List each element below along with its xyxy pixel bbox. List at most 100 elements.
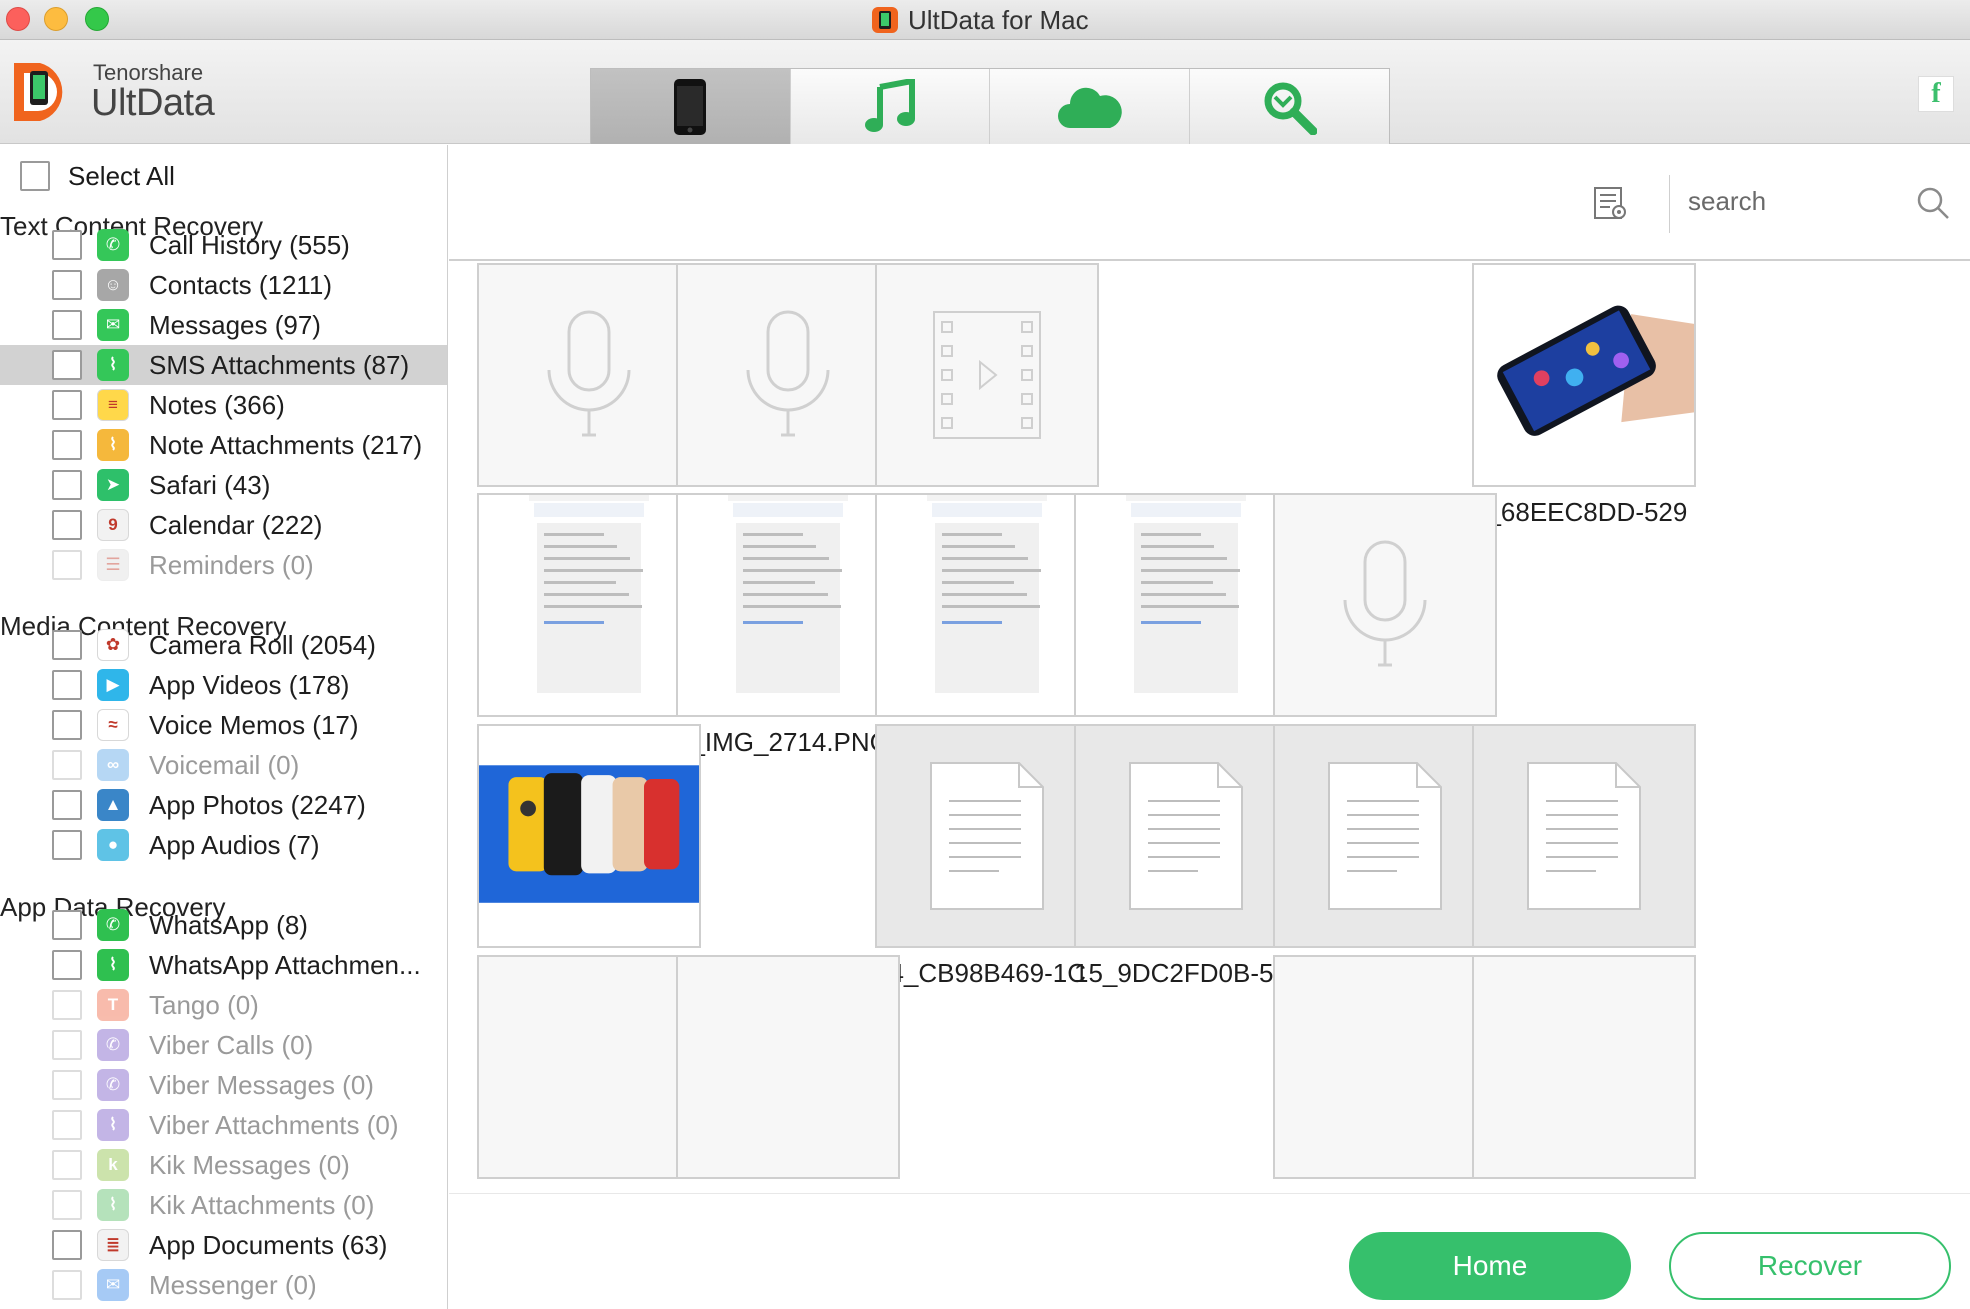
sidebar-item-checkbox[interactable] bbox=[52, 670, 82, 700]
sidebar-item[interactable]: ▲ App Photos (2247) bbox=[0, 785, 447, 825]
file-tile[interactable]: 6_IMG_1027.PNG bbox=[477, 493, 701, 758]
file-thumbnail[interactable] bbox=[1273, 493, 1497, 717]
select-all-row[interactable]: Select All bbox=[20, 160, 175, 192]
sidebar-item[interactable]: ⌇ Kik Attachments (0) bbox=[0, 1185, 447, 1225]
home-button[interactable]: Home bbox=[1349, 1232, 1631, 1300]
facebook-button[interactable]: f bbox=[1918, 76, 1954, 112]
sidebar-item[interactable]: ✆ Viber Calls (0) bbox=[0, 1025, 447, 1065]
file-thumbnail[interactable] bbox=[875, 724, 1099, 948]
search-icon[interactable] bbox=[1915, 185, 1951, 221]
sidebar-item[interactable]: ☺ Contacts (1211) bbox=[0, 265, 447, 305]
sidebar-item[interactable]: ⌇ WhatsApp Attachmen... bbox=[0, 945, 447, 985]
file-tile[interactable]: 9_IMG_3626.PNG. bbox=[1074, 493, 1298, 758]
file-name: 14_CB98B469-1C bbox=[875, 958, 1087, 988]
sidebar-item-checkbox[interactable] bbox=[52, 710, 82, 740]
file-thumbnail[interactable] bbox=[1273, 724, 1497, 948]
sidebar-item-checkbox[interactable] bbox=[52, 270, 82, 300]
file-thumbnail[interactable] bbox=[477, 955, 701, 1179]
file-thumbnail[interactable] bbox=[1074, 493, 1298, 717]
file-thumbnail[interactable] bbox=[477, 493, 701, 717]
sidebar-item-checkbox[interactable] bbox=[52, 790, 82, 820]
sidebar-item[interactable]: ⌇ Viber Attachments (0) bbox=[0, 1105, 447, 1145]
sidebar-item[interactable]: ✉ Messenger (0) bbox=[0, 1265, 447, 1305]
sidebar-item-checkbox[interactable] bbox=[52, 470, 82, 500]
sidebar-item[interactable]: ⌇ Note Attachments (217) bbox=[0, 425, 447, 465]
sidebar-item-checkbox[interactable] bbox=[52, 630, 82, 660]
sidebar-item-checkbox[interactable] bbox=[52, 510, 82, 540]
sidebar-item-checkbox[interactable] bbox=[52, 910, 82, 940]
sidebar-item-checkbox[interactable] bbox=[52, 230, 82, 260]
sidebar-item[interactable]: ≣ App Documents (63) bbox=[0, 1225, 447, 1265]
file-tile[interactable]: 10_Audio Message bbox=[1273, 493, 1497, 758]
sidebar-item[interactable]: ✆ Call History (555) bbox=[0, 225, 447, 265]
sidebar-item[interactable]: ✿ Camera Roll (2054) bbox=[0, 625, 447, 665]
file-tile[interactable]: 1_Audio Message. bbox=[676, 263, 900, 528]
sidebar-item-checkbox[interactable] bbox=[52, 390, 82, 420]
list-settings-icon[interactable] bbox=[1592, 185, 1628, 221]
tab-repair-os[interactable] bbox=[1190, 69, 1390, 144]
sidebar-item[interactable]: ≡ Notes (366) bbox=[0, 385, 447, 425]
tab-device-recovery[interactable] bbox=[591, 69, 791, 144]
sidebar-item[interactable]: k Kik Messages (0) bbox=[0, 1145, 447, 1185]
sidebar-item[interactable]: ● App Audios (7) bbox=[0, 825, 447, 865]
sidebar-item-checkbox bbox=[52, 1030, 82, 1060]
file-thumbnail[interactable] bbox=[875, 263, 1099, 487]
sidebar-item[interactable]: ⌇ SMS Attachments (87) bbox=[0, 345, 447, 385]
sidebar-item[interactable]: ✆ Viber Messages (0) bbox=[0, 1065, 447, 1105]
sidebar-item[interactable]: 9 Calendar (222) bbox=[0, 505, 447, 545]
file-thumbnail[interactable] bbox=[477, 724, 701, 948]
file-thumbnail[interactable] bbox=[1273, 955, 1497, 1179]
file-tile[interactable]: 2_P10 Plus.mp4.m bbox=[875, 263, 1099, 528]
file-tile[interactable]: 14_CB98B469-1C bbox=[875, 724, 1099, 989]
screenshot-thumbnail bbox=[1086, 495, 1286, 715]
sidebar-item-checkbox[interactable] bbox=[52, 310, 82, 340]
window-close-button[interactable] bbox=[6, 7, 30, 31]
sidebar-item-label: App Audios (7) bbox=[149, 829, 320, 860]
file-thumbnail[interactable] bbox=[676, 955, 900, 1179]
file-tile[interactable]: 16_FC67BDE1-258 bbox=[1273, 724, 1497, 989]
file-tile[interactable]: 7_IMG_2714.PNG bbox=[676, 493, 900, 758]
file-thumbnail[interactable] bbox=[1472, 955, 1696, 1179]
sidebar-item-label: App Photos (2247) bbox=[149, 789, 366, 820]
file-thumbnail[interactable] bbox=[1472, 724, 1696, 948]
sidebar-item[interactable]: ☰ Reminders (0) bbox=[0, 545, 447, 585]
file-thumbnail[interactable] bbox=[875, 493, 1099, 717]
recover-button[interactable]: Recover bbox=[1669, 1232, 1951, 1300]
select-all-checkbox[interactable] bbox=[20, 161, 50, 191]
sidebar-item[interactable]: ✆ WhatsApp (8) bbox=[0, 905, 447, 945]
file-tile[interactable]: 15_9DC2FD0B-5A bbox=[1074, 724, 1298, 989]
sidebar-item[interactable]: ∞ Voicemail (0) bbox=[0, 745, 447, 785]
sidebar-item-label: Messenger (0) bbox=[149, 1269, 317, 1300]
window-title: UltData for Mac bbox=[908, 4, 1089, 35]
file-tile[interactable]: 0_Audio Message. bbox=[477, 263, 701, 528]
search-input[interactable] bbox=[1688, 181, 1908, 221]
sidebar-item-checkbox[interactable] bbox=[52, 430, 82, 460]
sidebar-item[interactable]: ✉ Messages (97) bbox=[0, 305, 447, 345]
sidebar-item-checkbox[interactable] bbox=[52, 350, 82, 380]
file-thumbnail[interactable] bbox=[676, 493, 900, 717]
sidebar-item-checkbox[interactable] bbox=[52, 830, 82, 860]
file-tile[interactable]: 17_74C6F37D-7E8 bbox=[1472, 724, 1696, 989]
file-thumbnail[interactable] bbox=[1074, 724, 1298, 948]
sidebar-item[interactable]: ▶ App Videos (178) bbox=[0, 665, 447, 705]
sidebar-item-checkbox[interactable] bbox=[52, 1230, 82, 1260]
file-thumbnail[interactable] bbox=[1472, 263, 1696, 487]
sidebar-item[interactable]: ➤ Safari (43) bbox=[0, 465, 447, 505]
sidebar-item[interactable]: ≈ Voice Memos (17) bbox=[0, 705, 447, 745]
sidebar-item[interactable]: T Tango (0) bbox=[0, 985, 447, 1025]
file-tile[interactable]: 12_A7530D8A-D3 bbox=[477, 724, 701, 989]
whatsapp-icon: ✆ bbox=[97, 909, 129, 941]
file-thumbnail[interactable] bbox=[676, 263, 900, 487]
screenshot-thumbnail bbox=[489, 495, 689, 715]
tab-icloud-recovery[interactable] bbox=[990, 69, 1190, 144]
file-tile[interactable]: 8_IMG_2713.PNG. bbox=[875, 493, 1099, 758]
window-minimize-button[interactable] bbox=[44, 7, 68, 31]
tab-itunes-recovery[interactable] bbox=[791, 69, 990, 144]
document-icon bbox=[930, 762, 1044, 910]
sidebar-item-label: Safari (43) bbox=[149, 469, 271, 500]
file-tile[interactable]: 5_68EEC8DD-529 bbox=[1472, 263, 1696, 528]
file-thumbnail[interactable] bbox=[477, 263, 701, 487]
window-zoom-button[interactable] bbox=[85, 7, 109, 31]
sidebar-item-label: Reminders (0) bbox=[149, 549, 314, 580]
sidebar-item-checkbox[interactable] bbox=[52, 950, 82, 980]
